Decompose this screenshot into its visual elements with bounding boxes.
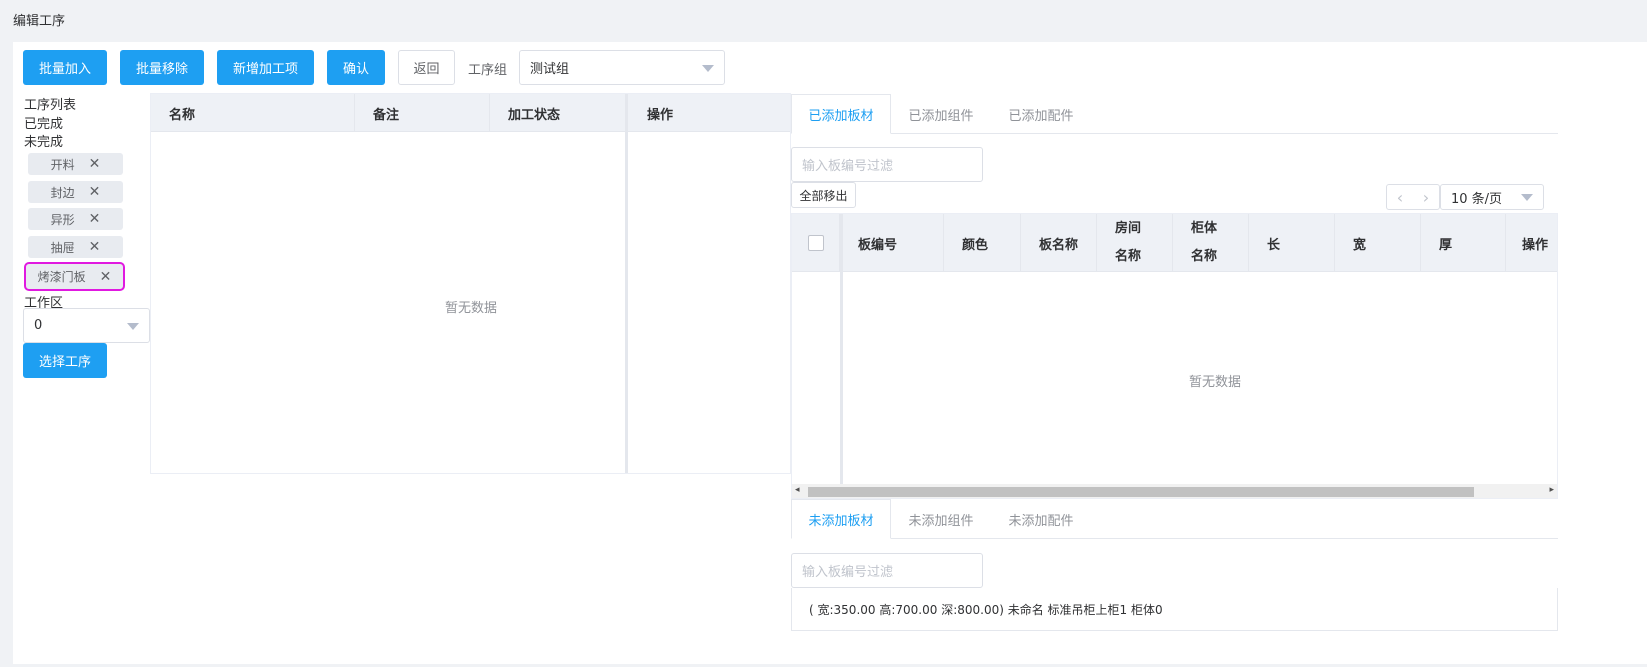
process-tag[interactable]: 异形 ✕ <box>28 208 123 230</box>
column-header-name: 名称 <box>151 94 355 132</box>
column-header-board-no: 板编号 <box>840 214 944 272</box>
table-header: 名称 备注 加工状态 操作 <box>151 94 790 132</box>
process-tag-selected[interactable]: 烤漆门板 ✕ <box>24 262 125 291</box>
empty-state-text: 暂无数据 <box>445 301 498 316</box>
chevron-down-icon <box>702 64 714 72</box>
prev-page-icon[interactable]: ‹ <box>1397 188 1403 207</box>
add-process-item-button[interactable]: 新增加工项 <box>217 50 314 85</box>
not-added-tabs: 未添加板材 未添加组件 未添加配件 <box>791 499 1558 539</box>
close-icon[interactable]: ✕ <box>89 156 101 172</box>
process-tag-label: 烤漆门板 <box>37 270 86 284</box>
process-tag[interactable]: 封边 ✕ <box>28 181 123 203</box>
process-group-label: 工序组 <box>468 63 508 78</box>
close-icon[interactable]: ✕ <box>89 239 101 255</box>
process-tag-label: 异形 <box>50 212 75 227</box>
process-table: 名称 备注 加工状态 操作 暂无数据 <box>150 93 791 474</box>
main-card: 批量加入 批量移除 新增加工项 确认 返回 工序组 测试组 工序列表 已完成 未… <box>13 42 1647 664</box>
board-table: 板编号 颜色 板名称 房间名称 柜体名称 长 宽 厚 操作 暂无数据 ◂ ▸ <box>791 213 1558 499</box>
tab-added-components[interactable]: 已添加组件 <box>891 94 991 134</box>
tab-not-added-boards[interactable]: 未添加板材 <box>791 499 891 539</box>
scroll-left-icon[interactable]: ◂ <box>795 485 800 495</box>
close-icon[interactable]: ✕ <box>89 211 101 227</box>
column-header-action: 操作 <box>1522 237 1549 253</box>
column-header-color: 颜色 <box>944 214 1021 272</box>
remove-all-button[interactable]: 全部移出 <box>791 182 856 208</box>
page-size-value: 10 条/页 <box>1451 191 1503 207</box>
select-all-checkbox[interactable] <box>807 235 824 251</box>
pagination-nav: ‹ › <box>1386 184 1440 210</box>
close-icon[interactable]: ✕ <box>89 184 101 200</box>
scrollbar-thumb[interactable] <box>808 487 1474 497</box>
table-header: 板编号 颜色 板名称 房间名称 柜体名称 长 宽 厚 操作 <box>792 214 1557 272</box>
column-header-room-name: 房间名称 <box>1097 214 1173 272</box>
process-tag-label: 封边 <box>50 185 75 200</box>
confirm-button[interactable]: 确认 <box>327 50 385 85</box>
tab-added-accessories[interactable]: 已添加配件 <box>991 94 1091 134</box>
page-title: 编辑工序 <box>13 14 66 29</box>
empty-state-text: 暂无数据 <box>1189 375 1242 390</box>
chevron-down-icon <box>1521 194 1533 201</box>
tab-added-boards[interactable]: 已添加板材 <box>791 94 891 134</box>
batch-remove-button[interactable]: 批量移除 <box>120 50 204 85</box>
column-header-remark: 备注 <box>355 94 490 132</box>
chevron-down-icon <box>127 322 139 330</box>
process-tag[interactable]: 抽屉 ✕ <box>28 236 123 258</box>
process-list-title: 工序列表 <box>24 98 77 113</box>
page-size-select[interactable]: 10 条/页 <box>1440 184 1544 210</box>
workzone-value: 0 <box>34 318 43 333</box>
process-tag[interactable]: 开料 ✕ <box>28 153 123 175</box>
process-group-value: 测试组 <box>530 62 570 77</box>
tree-item-label: ( 宽:350.00 高:700.00 深:800.00) 未命名 标准吊柜上柜… <box>809 602 1163 617</box>
done-filter[interactable]: 已完成 <box>24 113 63 132</box>
select-process-button[interactable]: 选择工序 <box>23 343 107 378</box>
horizontal-scrollbar[interactable]: ◂ ▸ <box>792 484 1557 498</box>
tab-not-added-accessories[interactable]: 未添加配件 <box>991 499 1091 539</box>
column-header-width: 宽 <box>1335 214 1421 272</box>
tab-not-added-components[interactable]: 未添加组件 <box>891 499 991 539</box>
column-header-length: 长 <box>1249 214 1335 272</box>
column-header-thickness: 厚 <box>1421 214 1506 272</box>
undone-filter[interactable]: 未完成 <box>24 131 63 150</box>
process-tag-label: 抽屉 <box>50 240 75 255</box>
board-filter-input[interactable]: 输入板编号过滤 <box>791 147 983 182</box>
scroll-right-icon[interactable]: ▸ <box>1549 485 1554 495</box>
fixed-column-divider <box>625 94 628 473</box>
select-all-cell <box>792 214 840 272</box>
batch-add-button[interactable]: 批量加入 <box>23 50 107 85</box>
added-tabs: 已添加板材 已添加组件 已添加配件 <box>791 94 1558 134</box>
tree-item[interactable]: ( 宽:350.00 高:700.00 深:800.00) 未命名 标准吊柜上柜… <box>791 588 1558 631</box>
bottom-filter-input[interactable]: 输入板编号过滤 <box>791 553 983 588</box>
column-header-status: 加工状态 <box>490 94 626 132</box>
workzone-select[interactable]: 0 <box>23 308 150 343</box>
process-tag-label: 开料 <box>50 157 75 172</box>
next-page-icon[interactable]: › <box>1423 188 1429 207</box>
process-group-select[interactable]: 测试组 <box>519 50 725 85</box>
close-icon[interactable]: ✕ <box>100 269 112 285</box>
back-button[interactable]: 返回 <box>398 50 455 85</box>
column-header-action: 操作 <box>647 107 674 123</box>
fixed-column-divider <box>840 214 843 484</box>
column-header-board-name: 板名称 <box>1021 214 1097 272</box>
column-header-cabinet-name: 柜体名称 <box>1173 214 1249 272</box>
